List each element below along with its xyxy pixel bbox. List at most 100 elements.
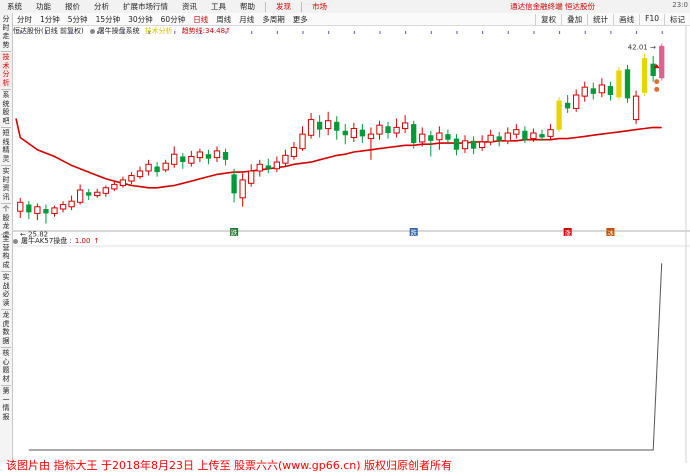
candle — [145, 159, 152, 176]
candle — [496, 131, 502, 147]
candle-body — [325, 120, 332, 130]
signal-marker: 冰 — [606, 228, 615, 237]
candle — [445, 129, 451, 145]
candle-body — [86, 192, 92, 196]
candle — [248, 164, 255, 187]
header-tick — [20, 31, 22, 34]
candle-body — [102, 187, 109, 194]
candle-body — [659, 45, 665, 79]
candle-body — [590, 88, 596, 94]
candle-body — [256, 163, 263, 172]
header-tick — [353, 31, 355, 34]
candle-body — [282, 154, 289, 164]
candle-body — [539, 134, 545, 138]
candle — [461, 135, 469, 154]
candle-body — [436, 132, 443, 141]
candle-body — [273, 161, 281, 170]
header-tick — [636, 31, 638, 34]
candle-body — [650, 63, 656, 76]
header-tick — [559, 31, 561, 34]
candle-body — [265, 165, 271, 169]
candle — [334, 116, 340, 140]
candle — [180, 153, 186, 169]
candle — [119, 176, 127, 188]
candle-body — [26, 204, 32, 213]
candle — [222, 148, 229, 166]
candle-body — [342, 130, 348, 136]
candle-body — [385, 126, 391, 133]
candle — [385, 121, 391, 139]
candle-body — [376, 124, 383, 135]
candle-body — [162, 162, 169, 171]
candle-body — [299, 133, 306, 150]
candle — [205, 149, 212, 165]
sub-indicator-line — [28, 263, 663, 451]
candle — [76, 184, 84, 205]
candle-body — [68, 200, 75, 208]
candle — [239, 173, 246, 207]
candle-body — [17, 201, 24, 212]
candle — [659, 43, 665, 81]
candle-body — [470, 140, 477, 149]
candle-body — [428, 135, 434, 141]
candle-body — [316, 121, 323, 130]
candle — [102, 185, 109, 197]
header-tick — [328, 31, 330, 34]
header-tick — [45, 31, 47, 34]
candle-body — [180, 156, 186, 163]
candle — [256, 159, 263, 177]
candle-body — [154, 166, 160, 173]
header-tick — [430, 31, 432, 34]
candle — [162, 159, 169, 173]
candle-body — [641, 58, 648, 93]
candle — [342, 124, 348, 145]
candle-body — [393, 126, 400, 134]
candle — [393, 118, 400, 138]
candle — [299, 126, 306, 151]
candle-body — [307, 119, 315, 136]
candle — [86, 188, 92, 201]
candle-body — [411, 124, 417, 144]
candle — [650, 55, 656, 82]
candle — [111, 181, 118, 192]
candlestick-series — [17, 43, 665, 224]
candle-body — [111, 183, 118, 190]
candle-body — [188, 155, 195, 164]
candle — [325, 111, 332, 136]
candle-body — [556, 100, 562, 130]
candle — [350, 122, 357, 142]
header-tick — [97, 31, 99, 34]
candle — [307, 112, 315, 139]
candle-body — [290, 147, 298, 157]
candle-body — [513, 129, 520, 135]
candle-body — [496, 136, 502, 141]
candle — [436, 126, 443, 150]
candle — [504, 127, 511, 145]
candle — [632, 90, 640, 125]
candle-body — [231, 174, 237, 194]
candle — [196, 148, 204, 163]
candle — [590, 82, 596, 100]
candle-body — [367, 133, 375, 140]
candle — [556, 97, 562, 132]
candle — [316, 115, 323, 138]
candle-body — [419, 133, 426, 143]
candle-body — [624, 69, 631, 99]
candle-body — [401, 122, 409, 130]
candle — [470, 136, 477, 155]
candle-body — [43, 209, 49, 214]
signal-marker-text: 跌 — [410, 228, 417, 237]
candle — [376, 120, 383, 140]
header-tick — [122, 31, 124, 34]
chart-canvas[interactable]: ← 25.82 42.01 → 跌 跌 涨 冰 — [0, 0, 690, 476]
header-tick — [379, 31, 381, 34]
signal-marker-text: 跌 — [231, 228, 238, 237]
header-tick — [661, 31, 663, 34]
signal-dot — [654, 79, 660, 85]
candle — [624, 64, 631, 103]
candle-body — [145, 163, 152, 172]
signal-marker: 跌 — [409, 228, 418, 237]
candle — [564, 95, 571, 113]
signal-marker-text: 涨 — [564, 228, 571, 237]
signal-dot — [654, 86, 660, 92]
